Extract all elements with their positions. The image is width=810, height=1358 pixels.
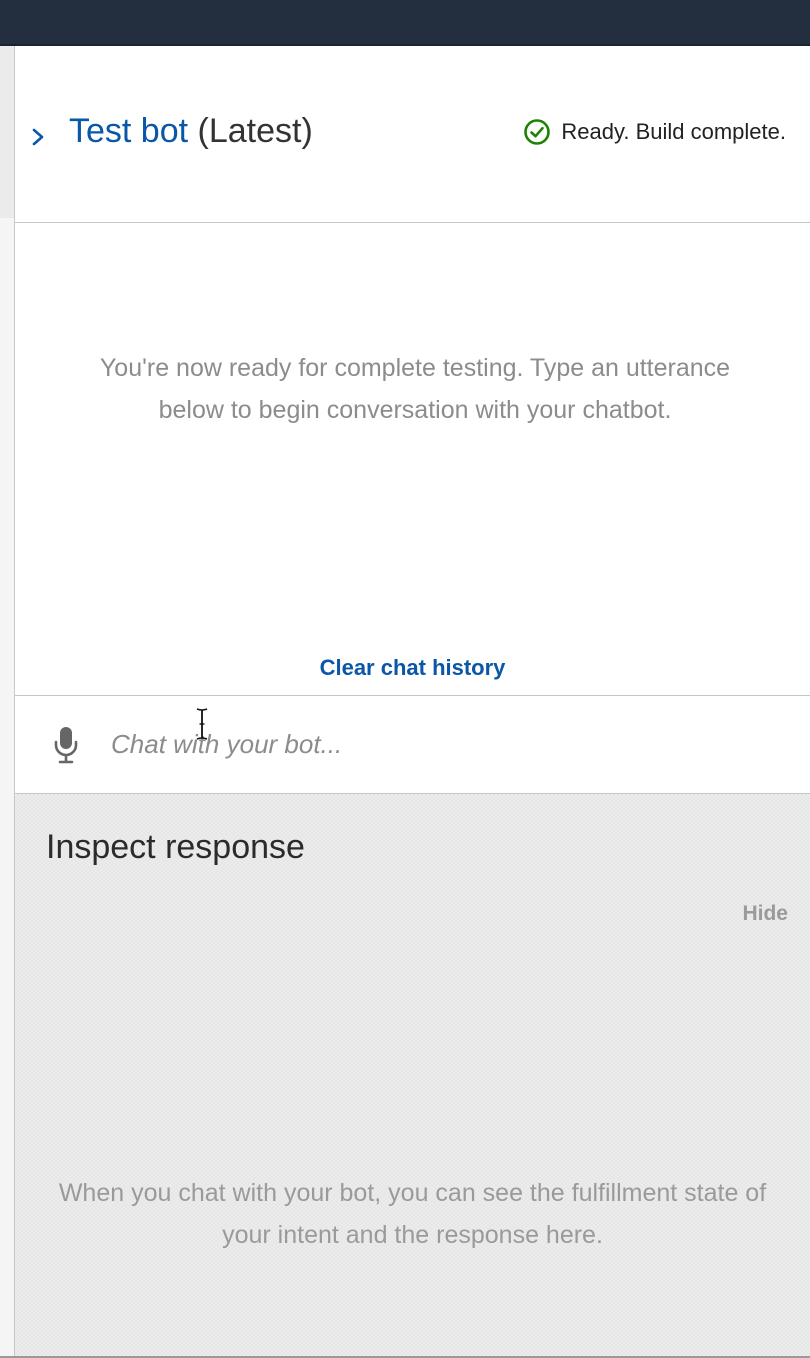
inspect-empty-message: When you chat with your bot, you can see… xyxy=(58,1179,767,1249)
chat-conversation-area: You're now ready for complete testing. T… xyxy=(15,223,810,695)
panel-title: Test bot (Latest) xyxy=(69,112,313,151)
microphone-icon[interactable] xyxy=(53,726,79,764)
chat-input-row xyxy=(15,695,810,794)
inspect-response-title: Inspect response xyxy=(46,828,305,866)
hide-button[interactable]: Hide xyxy=(742,902,788,926)
text-cursor-icon xyxy=(196,708,208,740)
clear-chat-history-link[interactable]: Clear chat history xyxy=(15,655,810,681)
chevron-right-icon[interactable] xyxy=(29,124,47,150)
inspect-response-panel: Inspect response Hide When you chat with… xyxy=(15,794,810,1358)
left-panel-edge-header xyxy=(0,46,15,218)
check-circle-icon xyxy=(524,119,551,145)
test-bot-panel: Test bot (Latest) Ready. Build complete.… xyxy=(15,46,810,1358)
version-label: (Latest) xyxy=(197,112,313,150)
console-top-bar xyxy=(0,0,810,46)
test-bot-header: Test bot (Latest) Ready. Build complete. xyxy=(15,46,810,223)
chat-empty-message: You're now ready for complete testing. T… xyxy=(99,354,731,424)
left-panel-edge xyxy=(0,46,15,1358)
build-status: Ready. Build complete. xyxy=(523,118,786,146)
test-bot-link[interactable]: Test bot xyxy=(69,112,188,150)
status-text: Ready. Build complete. xyxy=(561,119,786,144)
